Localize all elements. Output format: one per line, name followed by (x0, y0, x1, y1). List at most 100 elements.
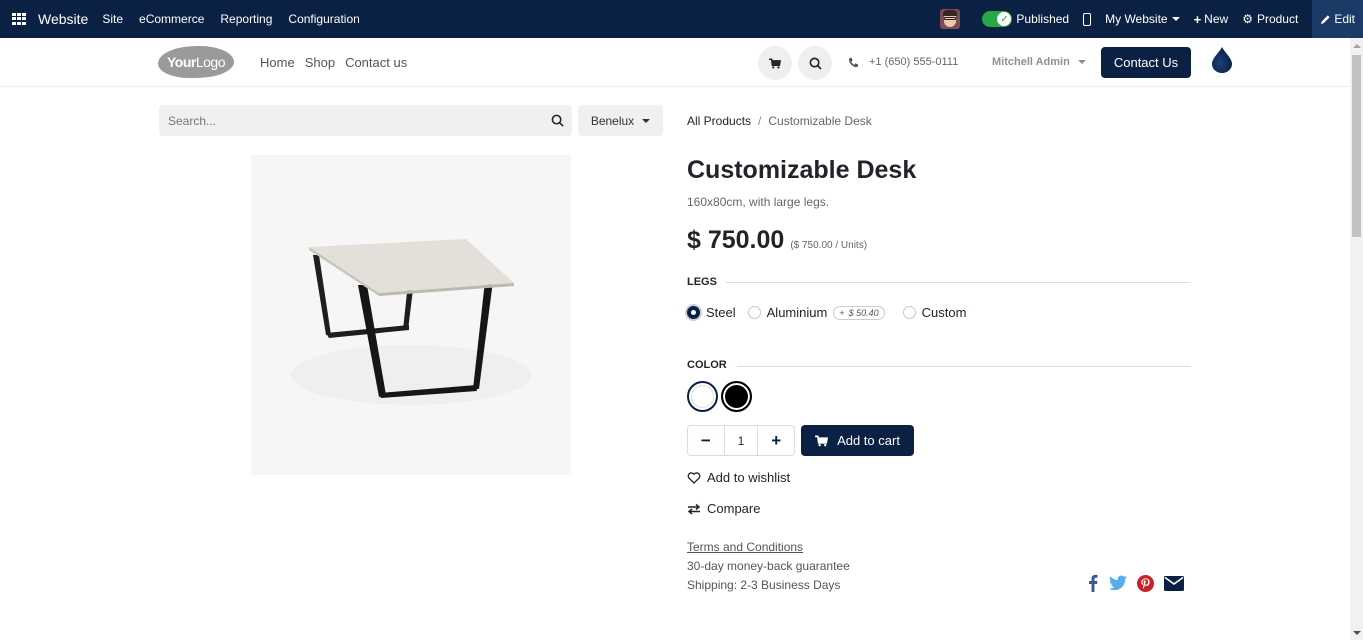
share-links (1087, 574, 1194, 592)
website-switcher[interactable]: My Website (1105, 12, 1180, 26)
edit-label: Edit (1334, 12, 1355, 26)
contact-us-button[interactable]: Contact Us (1101, 47, 1191, 78)
unit-price: ($ 750.00 / Units) (790, 240, 868, 251)
terms-link[interactable]: Terms and Conditions (687, 540, 803, 554)
nav-shop[interactable]: Shop (305, 55, 335, 70)
user-avatar[interactable] (940, 9, 961, 29)
pricelist-label: Benelux (590, 113, 635, 128)
search-icon (809, 57, 822, 70)
menu-configuration[interactable]: Configuration (288, 12, 359, 26)
twitter-icon[interactable] (1109, 575, 1127, 591)
menu-site[interactable]: Site (102, 12, 123, 26)
compare-label: Compare (707, 501, 761, 516)
plus-icon: + (1193, 11, 1202, 27)
user-menu[interactable]: Mitchell Admin (992, 56, 1086, 68)
published-label[interactable]: Published (1016, 12, 1069, 26)
logo-light: Logo (195, 54, 226, 70)
desk-illustration (291, 239, 531, 405)
attribute-color-label: COLOR (687, 359, 727, 371)
color-swatch-white[interactable] (687, 381, 718, 412)
page-scrollbar[interactable] (1350, 38, 1363, 640)
add-to-wishlist-link[interactable]: Add to wishlist (687, 470, 790, 485)
pencil-icon (1321, 14, 1330, 24)
option-steel-label[interactable]: Steel (706, 305, 736, 320)
add-to-cart-button[interactable]: Add to cart (801, 425, 914, 456)
nav-contact[interactable]: Contact us (345, 55, 407, 70)
quantity-input[interactable]: 1 (723, 426, 759, 455)
app-name[interactable]: Website (38, 11, 88, 27)
compare-link[interactable]: Compare (687, 501, 760, 516)
scroll-up-arrow-icon[interactable] (1353, 44, 1361, 48)
gear-icon: ⚙ (1242, 12, 1253, 26)
add-to-cart-label: Add to cart (837, 433, 900, 448)
shipping-text: Shipping: 2-3 Business Days (687, 578, 841, 592)
breadcrumb: All Products / Customizable Desk (687, 114, 872, 128)
extra-amount: $ 50.40 (848, 307, 879, 318)
facebook-icon[interactable] (1087, 574, 1099, 592)
edit-button[interactable]: Edit (1312, 0, 1363, 38)
product-settings-button[interactable]: ⚙ Product (1242, 12, 1298, 26)
pinterest-icon[interactable] (1137, 574, 1154, 592)
product-price: $ 750.00 ($ 750.00 / Units) (687, 226, 867, 255)
search-input[interactable] (159, 105, 542, 136)
main-nav: Home Shop Contact us (260, 55, 417, 70)
cart-button[interactable] (758, 46, 792, 80)
new-label: New (1204, 12, 1229, 26)
attribute-divider (737, 366, 1191, 367)
user-name: Mitchell Admin (992, 56, 1070, 68)
logo-bold: Your (166, 54, 196, 70)
check-icon: ✓ (997, 12, 1012, 26)
caret-down-icon (1077, 60, 1086, 64)
product-label: Product (1256, 12, 1299, 26)
apps-menu-icon[interactable] (12, 13, 26, 25)
search-submit-button[interactable] (542, 114, 572, 127)
extra-plus: + (839, 307, 845, 318)
phone-icon (848, 57, 859, 67)
admin-navbar: Website Site eCommerce Reporting Configu… (0, 0, 1363, 38)
price-extra-badge: + $ 50.40 (833, 305, 885, 320)
menu-reporting[interactable]: Reporting (220, 12, 272, 26)
scroll-down-arrow-icon[interactable] (1353, 631, 1361, 635)
site-header: Your Logo Home Shop Contact us +1 (650) 5… (0, 38, 1350, 87)
mobile-preview-icon[interactable] (1083, 12, 1092, 26)
radio-steel[interactable] (687, 306, 700, 319)
breadcrumb-current: Customizable Desk (768, 114, 872, 128)
droplet-icon[interactable] (1212, 47, 1232, 73)
phone-number: +1 (650) 555-0111 (869, 56, 959, 68)
exchange-icon (687, 503, 701, 515)
scrollbar-thumb[interactable] (1352, 55, 1361, 237)
quantity-stepper: − 1 + (687, 425, 795, 456)
caret-down-icon (642, 118, 651, 123)
heart-icon (687, 471, 701, 484)
email-icon[interactable] (1164, 575, 1184, 591)
attribute-legs-label: LEGS (687, 276, 717, 288)
product-description: 160x80cm, with large legs. (687, 195, 830, 209)
site-logo[interactable]: Your Logo (158, 46, 234, 78)
radio-custom[interactable] (902, 306, 916, 319)
pricelist-dropdown[interactable]: Benelux (578, 105, 663, 136)
option-aluminium-label[interactable]: Aluminium (767, 305, 828, 320)
option-custom-label[interactable]: Custom (922, 305, 967, 320)
website-switcher-label: My Website (1105, 12, 1168, 26)
color-swatch-black[interactable] (721, 381, 752, 412)
new-button[interactable]: + New (1194, 12, 1229, 27)
publish-toggle[interactable]: ✓ (982, 11, 1013, 27)
increase-quantity-button[interactable]: + (758, 426, 794, 455)
radio-aluminium[interactable] (747, 306, 761, 319)
product-search (159, 105, 572, 136)
cart-icon (769, 57, 781, 68)
menu-ecommerce[interactable]: eCommerce (139, 12, 204, 26)
decrease-quantity-button[interactable]: − (688, 426, 724, 455)
price-value: $ 750.00 (687, 226, 785, 254)
nav-home[interactable]: Home (260, 55, 295, 70)
wishlist-label: Add to wishlist (707, 470, 791, 485)
product-image[interactable] (251, 155, 571, 475)
breadcrumb-all-products[interactable]: All Products (687, 114, 751, 128)
product-title: Customizable Desk (687, 156, 917, 184)
guarantee-text: 30-day money-back guarantee (687, 559, 850, 573)
phone-contact[interactable]: +1 (650) 555-0111 (848, 56, 958, 68)
attribute-divider (726, 282, 1191, 283)
breadcrumb-separator: / (758, 114, 762, 128)
search-toggle-button[interactable] (798, 46, 832, 80)
cart-icon (815, 435, 829, 446)
